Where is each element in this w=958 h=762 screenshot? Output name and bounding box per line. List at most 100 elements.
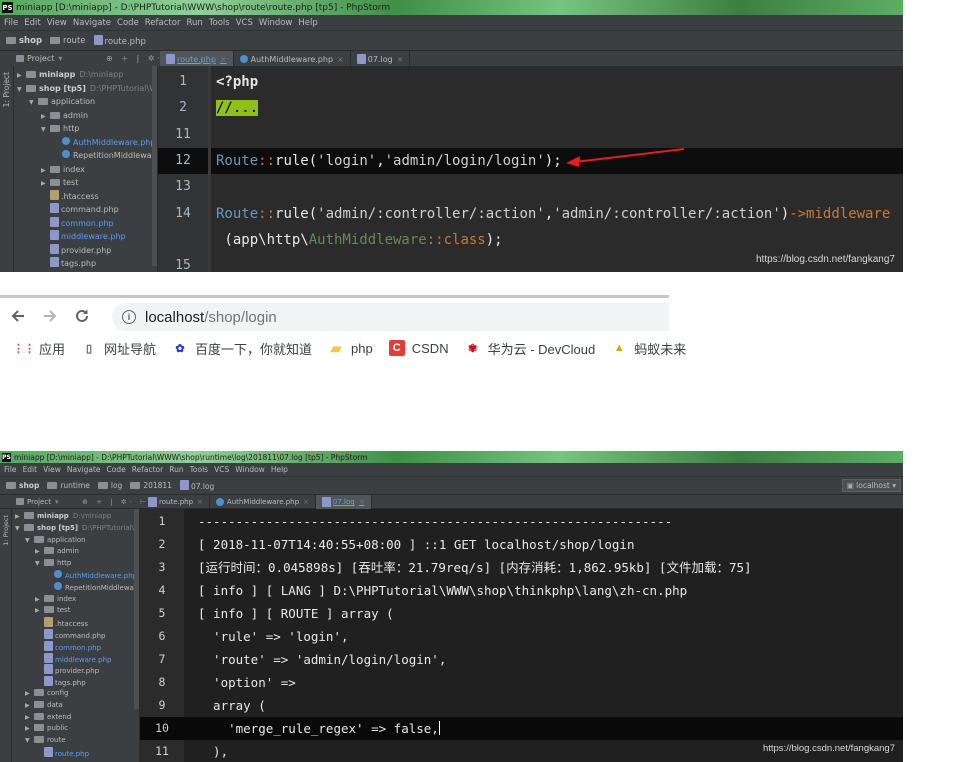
log-line[interactable]: array ( [198,694,266,717]
tree-item-command-php[interactable]: command.php [41,203,119,217]
code-line[interactable]: //... [216,95,259,121]
tree-item-http[interactable]: ▼ http [35,558,71,570]
tree-item-provider-php[interactable]: provider.php [41,243,111,258]
log-line[interactable]: [ info ] [ ROUTE ] array ( [198,602,394,625]
tab-route-php[interactable]: route.php × [142,495,210,509]
reload-icon[interactable] [68,302,96,330]
tree-item-http[interactable]: ▼ http [41,122,79,136]
log-editor[interactable]: ----------------------------------------… [184,509,903,762]
tree-item-index[interactable]: ▶ index [41,163,85,177]
log-line[interactable]: [ info ] [ LANG ] D:\PHPTutorial\WWW\sho… [198,579,687,602]
tab-close-icon[interactable]: × [303,498,309,506]
bookmark-4[interactable]: C CSDN [388,340,449,356]
menu-run[interactable]: Run [169,465,183,474]
log-line[interactable]: 'route' => 'admin/login/login', [198,648,446,671]
chevron-right-icon[interactable]: ▶ [25,688,34,700]
tree-item-test[interactable]: ▶ test [41,176,78,190]
tree-item-extend[interactable]: ▶ extend [25,712,71,724]
tab-07-log[interactable]: 07.log × [351,51,411,67]
chevron-right-icon[interactable]: ▶ [15,511,24,523]
chevron-down-icon[interactable]: ▼ [35,558,44,570]
menu-navigate[interactable]: Navigate [67,465,101,474]
log-line[interactable]: ----------------------------------------… [198,510,672,533]
menu-window[interactable]: Window [259,18,293,28]
chevron-right-icon[interactable]: ▶ [35,546,44,558]
project-view-selector[interactable]: Project ▾ [16,54,62,63]
log-line[interactable]: [运行时间：0.045898s] [吞吐率：21.79req/s] [内存消耗：… [198,556,752,579]
code-editor[interactable]: <?php//...Route::rule('login','admin/log… [208,66,903,272]
run-config-selector[interactable]: ▣ localhost ▾ [841,479,901,492]
menu-file[interactable]: File [4,18,18,28]
tab-close-icon[interactable]: × [337,55,344,64]
chevron-right-icon[interactable]: ▶ [25,700,34,712]
tree-item-route-php[interactable]: route.php [35,747,89,759]
project-view-selector[interactable]: Project ▾ [16,498,58,506]
tree-item-config[interactable]: ▶ config [25,688,68,700]
menu-code[interactable]: Code [107,465,126,474]
tree-item-repetitionmiddleware[interactable]: RepetitionMiddleware [53,149,157,163]
bookmark-5[interactable]: ✾ 华为云 - DevCloud [465,339,595,358]
menu-code[interactable]: Code [117,18,139,28]
tree-item-public[interactable]: ▶ public [25,723,68,735]
chevron-down-icon[interactable]: ▼ [17,83,26,97]
code-line[interactable]: Route::rule('admin/:controller/:action',… [216,201,890,227]
tree-item-authmiddleware-php[interactable]: AuthMiddleware.php [53,136,155,150]
bookmark-0[interactable]: ⋮⋮ 应用 [13,339,65,358]
menu-file[interactable]: File [4,465,17,474]
tree-item-middleware-php[interactable]: middleware.php [41,230,126,244]
chevron-down-icon[interactable]: ▼ [25,535,34,547]
tab-close-icon[interactable]: × [397,55,404,64]
menu-edit[interactable]: Edit [23,465,38,474]
tree-item-admin[interactable]: ▶ admin [35,546,79,558]
chevron-right-icon[interactable]: ▶ [25,723,34,735]
tree-item-common-php[interactable]: common.php [35,640,101,653]
forward-arrow-icon[interactable] [36,302,64,330]
bookmark-3[interactable]: ▰ php [328,340,373,356]
tab-close-icon[interactable]: × [359,498,365,506]
nav-crumb-runtime[interactable]: runtime [47,481,90,490]
nav-crumb-log[interactable]: log [97,481,122,490]
tab-route-php[interactable]: route.php × [160,51,234,67]
code-line[interactable]: Route::rule('login','admin/login/login')… [216,148,562,174]
menu-vcs[interactable]: VCS [214,465,229,474]
menu-window[interactable]: Window [235,465,265,474]
menu-view[interactable]: View [43,465,61,474]
chevron-down-icon[interactable]: ▼ [15,523,24,535]
nav-crumb-201811[interactable]: 201811 [130,481,172,490]
project-scrollbar[interactable] [134,509,139,709]
menu-refactor[interactable]: Refactor [145,18,181,28]
chevron-right-icon[interactable]: ▶ [35,594,44,606]
tree-item-htaccess[interactable]: .htaccess [41,189,99,204]
tree-item-middleware-php[interactable]: middleware.php [35,652,112,665]
chevron-down-icon[interactable]: ▼ [41,123,50,137]
site-info-icon[interactable]: i [122,310,136,324]
tree-item-test[interactable]: ▶ test [35,605,70,617]
code-line[interactable]: (app\http\AuthMiddleware::class); [216,227,502,253]
bookmark-6[interactable]: ▲ 蚂蚁未来 [611,339,686,358]
log-line[interactable]: 'option' => [198,671,296,694]
tree-item-application[interactable]: ▼ application [25,535,86,547]
menu-tools[interactable]: Tools [209,18,230,28]
menu-vcs[interactable]: VCS [236,18,253,28]
tree-item-miniapp[interactable]: ▶ miniapp D:\miniapp [15,511,111,523]
tab-authmiddleware-php[interactable]: AuthMiddleware.php × [234,51,351,67]
log-line[interactable]: 'merge_rule_regex' => false, [198,717,440,740]
nav-crumb-shop[interactable]: shop [6,36,42,46]
log-line[interactable]: 'rule' => 'login', [198,625,348,648]
project-tool-strip[interactable]: 1: Project [0,66,14,272]
tree-item-admin[interactable]: ▶ admin [41,109,88,123]
tree-item-common-php[interactable]: common.php [41,216,114,231]
back-arrow-icon[interactable] [4,302,32,330]
menu-view[interactable]: View [47,18,67,28]
code-line[interactable]: <?php [216,69,258,95]
chevron-right-icon[interactable]: ▶ [35,605,44,617]
chevron-right-icon[interactable]: ▶ [17,69,26,83]
menu-help[interactable]: Help [298,18,317,28]
tree-item-command-php[interactable]: command.php [35,629,106,641]
log-line[interactable]: [ 2018-11-07T14:40:55+08:00 ] ::1 GET lo… [198,533,635,556]
tree-item-miniapp[interactable]: ▶ miniapp D:\miniapp [17,68,123,82]
tree-item-data[interactable]: ▶ data [25,700,63,712]
tree-item-tags-php[interactable]: tags.php [41,257,96,271]
project-scrollbar[interactable] [152,66,157,266]
chevron-right-icon[interactable]: ▶ [25,712,34,724]
